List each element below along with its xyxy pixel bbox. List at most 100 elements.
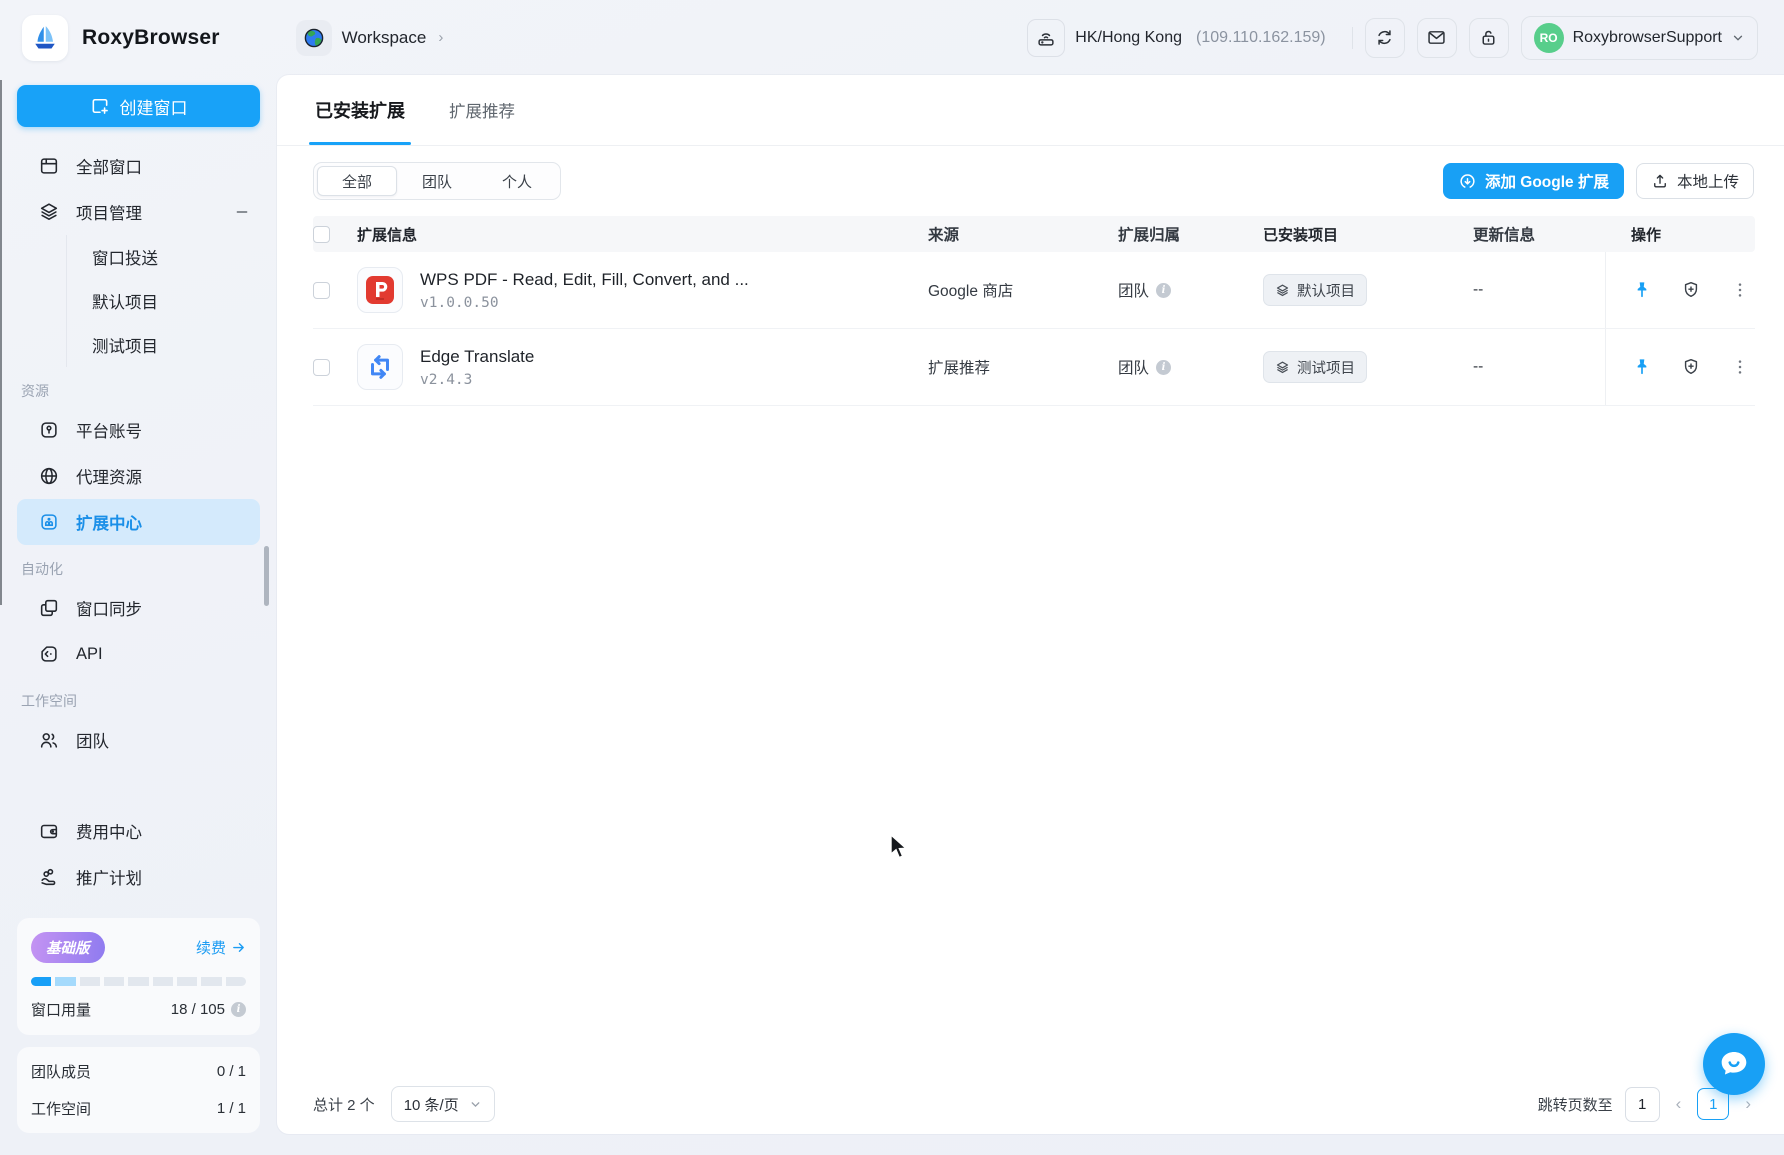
top-header: RoxyBrowser Workspace › HK/Hong Ko xyxy=(0,0,1784,75)
team-members-label: 团队成员 xyxy=(31,1061,91,1082)
tab-recommended-extensions[interactable]: 扩展推荐 xyxy=(449,75,515,145)
layers-icon xyxy=(1275,360,1290,375)
header-update-info: 更新信息 xyxy=(1473,223,1605,245)
filter-team[interactable]: 团队 xyxy=(397,166,477,196)
sidebar-item-window-sync[interactable]: 窗口同步 xyxy=(17,585,260,631)
shield-plus-button[interactable] xyxy=(1681,357,1701,377)
toolbar: 全部 团队 个人 添加 Google 扩展 本地上传 xyxy=(313,162,1754,200)
lock-button[interactable] xyxy=(1469,18,1509,58)
extension-name: Edge Translate xyxy=(420,347,534,367)
tabs-bar: 已安装扩展 扩展推荐 xyxy=(277,75,1784,146)
sidebar-item-platform-accounts[interactable]: 平台账号 xyxy=(17,407,260,453)
more-actions-button[interactable] xyxy=(1730,280,1750,300)
shield-plus-button[interactable] xyxy=(1681,280,1701,300)
new-window-icon xyxy=(90,96,110,116)
proxy-ip: (109.110.162.159) xyxy=(1196,29,1326,47)
account-menu[interactable]: RO RoxybrowserSupport xyxy=(1521,16,1758,60)
header-info: 扩展信息 xyxy=(357,224,928,245)
project-tag[interactable]: 测试项目 xyxy=(1263,351,1367,383)
header-ownership: 扩展归属 xyxy=(1118,223,1263,245)
collapse-minus-icon[interactable] xyxy=(234,204,250,220)
header-operations: 操作 xyxy=(1605,216,1755,252)
app-logo xyxy=(22,15,68,61)
select-all-checkbox[interactable] xyxy=(313,226,330,243)
section-workspace: 工作空间 xyxy=(21,691,260,711)
extension-source: Google 商店 xyxy=(928,279,1118,301)
jump-to-page-label: 跳转页数至 xyxy=(1538,1094,1613,1115)
main-panel: 已安装扩展 扩展推荐 全部 团队 个人 添加 Google 扩展 本地上传 xyxy=(277,75,1784,1134)
proxy-location: HK/Hong Kong xyxy=(1075,29,1182,47)
sidebar-item-project-mgmt[interactable]: 项目管理 xyxy=(17,189,260,235)
renew-link[interactable]: 续费 xyxy=(196,937,246,958)
extension-ownership: 团队 xyxy=(1118,279,1149,301)
sidebar: 创建窗口 全部窗口 项目管理 窗口投送 默认项目 测试项目 资源 平台账号 xyxy=(0,75,277,1155)
account-key-icon xyxy=(38,419,60,441)
support-chat-button[interactable] xyxy=(1703,1033,1765,1095)
info-icon[interactable]: i xyxy=(1156,360,1171,375)
chevron-down-icon xyxy=(1731,31,1745,45)
sidebar-item-extension-center[interactable]: 扩展中心 xyxy=(17,499,260,545)
workspace-globe-icon xyxy=(296,20,332,56)
globe-icon xyxy=(38,465,60,487)
tab-installed-extensions[interactable]: 已安装扩展 xyxy=(315,75,405,145)
local-upload-button[interactable]: 本地上传 xyxy=(1636,163,1754,199)
chat-bubble-icon xyxy=(1717,1047,1751,1081)
workspace-label: Workspace xyxy=(342,28,427,48)
filter-personal[interactable]: 个人 xyxy=(477,166,557,196)
router-icon xyxy=(1027,19,1065,57)
page-size-select[interactable]: 10 条/页 xyxy=(391,1086,495,1122)
row-checkbox[interactable] xyxy=(313,359,330,376)
create-window-button[interactable]: 创建窗口 xyxy=(17,85,260,127)
quota-card: 团队成员 0 / 1 工作空间 1 / 1 xyxy=(17,1047,260,1133)
extension-ownership: 团队 xyxy=(1118,356,1149,378)
sidebar-item-billing[interactable]: 费用中心 xyxy=(17,808,260,854)
team-members-value: 0 / 1 xyxy=(217,1063,246,1080)
extensions-table: 扩展信息 来源 扩展归属 已安装项目 更新信息 操作 WPS PDF - Rea… xyxy=(313,216,1755,406)
sidebar-item-referral[interactable]: 推广计划 xyxy=(17,854,260,900)
more-actions-button[interactable] xyxy=(1730,357,1750,377)
info-icon[interactable]: i xyxy=(231,1002,246,1017)
mail-button[interactable] xyxy=(1417,18,1457,58)
windows-icon xyxy=(38,155,60,177)
account-name: RoxybrowserSupport xyxy=(1573,29,1722,47)
extension-source: 扩展推荐 xyxy=(928,356,1118,378)
sidebar-subitem-window-push[interactable]: 窗口投送 xyxy=(67,235,260,279)
edge-translate-icon xyxy=(357,344,403,390)
sidebar-subitem-test-project[interactable]: 测试项目 xyxy=(67,323,260,367)
api-code-icon xyxy=(38,643,60,665)
workspace-quota-label: 工作空间 xyxy=(31,1098,91,1119)
chevron-down-icon xyxy=(469,1098,482,1111)
proxy-status-button[interactable]: HK/Hong Kong (109.110.162.159) xyxy=(1019,17,1339,59)
refresh-button[interactable] xyxy=(1365,18,1405,58)
sidebar-item-api[interactable]: API xyxy=(17,631,260,677)
section-automation: 自动化 xyxy=(21,559,260,579)
extension-name: WPS PDF - Read, Edit, Fill, Convert, and… xyxy=(420,270,749,290)
next-page-button[interactable]: › xyxy=(1741,1094,1755,1114)
sidebar-item-proxy-resources[interactable]: 代理资源 xyxy=(17,453,260,499)
sidebar-subitem-default-project[interactable]: 默认项目 xyxy=(67,279,260,323)
window-sync-icon xyxy=(38,597,60,619)
chevron-right-icon: › xyxy=(438,29,443,46)
info-icon[interactable]: i xyxy=(1156,283,1171,298)
prev-page-button[interactable]: ‹ xyxy=(1672,1094,1686,1114)
project-tag[interactable]: 默认项目 xyxy=(1263,274,1367,306)
usage-label: 窗口用量 xyxy=(31,999,91,1020)
pin-button[interactable] xyxy=(1632,280,1652,300)
jump-page-input[interactable] xyxy=(1625,1087,1660,1122)
pin-button[interactable] xyxy=(1632,357,1652,377)
sidebar-scrollbar[interactable] xyxy=(264,546,269,606)
app-title: RoxyBrowser xyxy=(82,26,220,50)
refresh-icon xyxy=(1374,27,1395,48)
row-checkbox[interactable] xyxy=(313,282,330,299)
filter-all[interactable]: 全部 xyxy=(317,166,397,196)
sidebar-item-all-windows[interactable]: 全部窗口 xyxy=(17,143,260,189)
add-google-extension-button[interactable]: 添加 Google 扩展 xyxy=(1443,163,1624,199)
sidebar-item-team[interactable]: 团队 xyxy=(17,717,260,763)
table-footer: 总计 2 个 10 条/页 跳转页数至 ‹ 1 › xyxy=(313,1074,1755,1134)
usage-value: 18 / 105 xyxy=(171,1001,225,1018)
extension-icon xyxy=(38,511,60,533)
breadcrumb[interactable]: Workspace › xyxy=(296,20,444,56)
layers-icon xyxy=(1275,283,1290,298)
extension-version: v2.4.3 xyxy=(420,372,534,388)
cloud-download-icon xyxy=(1458,172,1477,191)
